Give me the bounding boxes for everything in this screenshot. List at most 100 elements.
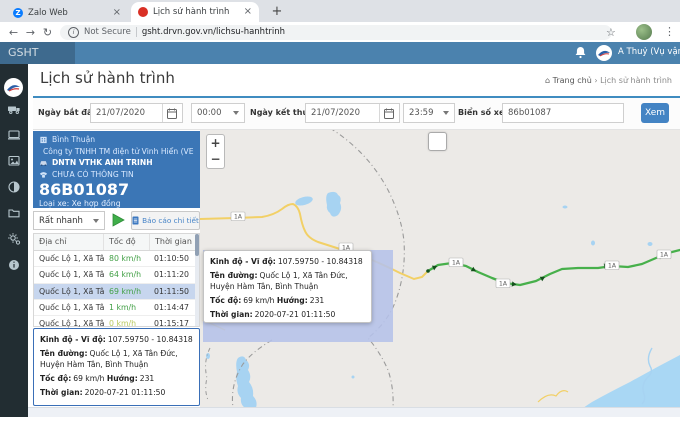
zoom-in-button[interactable]: + xyxy=(206,134,225,152)
screen: Z Zalo Web × Lịch sử hành trình × + ← → … xyxy=(0,0,680,425)
phone-info-label: CHƯA CÓ THÔNG TIN xyxy=(52,170,134,179)
page-bottom xyxy=(0,417,680,425)
lake xyxy=(294,195,313,207)
playback-speed-select[interactable]: Rất nhanh xyxy=(33,211,105,230)
map-layers-control[interactable] xyxy=(428,132,447,151)
table-row[interactable]: Quốc Lộ 1, Xã Tân ... 64 km/h 01:11:20 xyxy=(34,267,199,283)
pond xyxy=(206,353,210,359)
page-url: gsht.drvn.gov.vn/lichsu-hanhtrinh xyxy=(142,27,285,37)
not-secure-icon[interactable]: i xyxy=(68,27,79,38)
calendar-icon[interactable] xyxy=(379,104,394,122)
tab-lich-su-hanh-trinh[interactable]: Lịch sử hành trình × xyxy=(131,2,259,22)
breadcrumb: ⌂ Trang chủ › Lịch sử hành trình xyxy=(0,76,672,85)
map[interactable]: 1A 1A 1A 1A 1A 1A Kinh độ - Vĩ độ:107.59… xyxy=(200,130,680,407)
tab-close-icon[interactable]: × xyxy=(244,7,252,17)
map-popup: Kinh độ - Vĩ độ:107.59750 - 10.84318 Tên… xyxy=(203,250,372,323)
tab-title: Lịch sử hành trình xyxy=(153,7,239,17)
zalo-favicon: Z xyxy=(13,8,23,18)
heading-label: Hướng: xyxy=(107,374,138,383)
image-icon[interactable] xyxy=(7,154,21,168)
report-file-icon xyxy=(132,216,139,225)
table-scrollbar-thumb[interactable] xyxy=(195,234,199,256)
coord-value: 107.59750 - 10.84318 xyxy=(108,335,193,344)
user-avatar[interactable] xyxy=(596,45,612,61)
road-shield: 1A xyxy=(496,279,510,288)
zoom-out-button[interactable]: − xyxy=(206,151,225,169)
view-button[interactable]: Xem xyxy=(641,103,669,123)
app-logo[interactable]: GSHT xyxy=(0,42,75,64)
table-header: Địa chỉ Tốc độ Thời gian xyxy=(34,234,199,251)
divider xyxy=(136,27,137,37)
table-row-selected[interactable]: Quốc Lộ 1, Xã Tân ... 69 km/h 01:11:50 xyxy=(34,284,199,300)
tab-title: Zalo Web xyxy=(28,8,108,18)
phone-info-row: CHƯA CÓ THÔNG TIN xyxy=(39,169,194,181)
speed-label: Tốc độ: xyxy=(210,296,241,305)
folder-icon[interactable] xyxy=(7,206,21,220)
pond xyxy=(591,241,595,246)
pond xyxy=(352,376,355,379)
time-label: Thời gian: xyxy=(40,388,83,397)
gps-route xyxy=(428,250,680,285)
time-label: Thời gian: xyxy=(210,310,253,319)
forward-icon[interactable]: → xyxy=(22,26,39,39)
cell-time: 01:10:50 xyxy=(150,254,189,263)
cell-time: 01:15:17 xyxy=(150,319,189,328)
breadcrumb-home[interactable]: Trang chủ xyxy=(553,76,592,85)
road-shield: 1A xyxy=(657,250,671,259)
operator-row: DNTN VTHK ANH TRINH xyxy=(39,157,194,169)
new-tab-button[interactable]: + xyxy=(268,3,286,21)
back-icon[interactable]: ← xyxy=(5,26,22,39)
bookmark-star-icon[interactable]: ☆ xyxy=(606,26,616,39)
play-button[interactable] xyxy=(110,212,126,228)
detail-report-button[interactable]: Báo cáo chi tiết xyxy=(131,211,200,230)
notification-bell-icon[interactable] xyxy=(574,46,587,59)
col-speed[interactable]: Tốc độ xyxy=(104,234,150,250)
calendar-icon[interactable] xyxy=(162,104,177,122)
cell-address: Quốc Lộ 1, Xã Tân ... xyxy=(34,287,104,296)
page-footer xyxy=(28,407,680,417)
cell-address: Quốc Lộ 1, Xã Tân ... xyxy=(34,303,104,312)
cell-time: 01:11:20 xyxy=(150,270,189,279)
gear-icon[interactable] xyxy=(7,232,21,246)
end-time-select[interactable]: 23:59 xyxy=(403,103,455,123)
vehicle-icon[interactable] xyxy=(7,102,21,116)
heading-value: 231 xyxy=(140,374,155,383)
end-date-input[interactable]: 21/07/2020 xyxy=(305,103,400,123)
building-icon xyxy=(39,135,48,144)
coord-label: Kinh độ - Vĩ độ: xyxy=(210,257,276,266)
contrast-icon[interactable] xyxy=(7,180,21,194)
browser-urlbar: ← → ↻ i Not Secure gsht.drvn.gov.vn/lich… xyxy=(0,22,680,42)
monitor-icon[interactable] xyxy=(7,128,21,142)
start-date-input[interactable]: 21/07/2020 xyxy=(90,103,183,123)
time-value: 2020-07-21 01:11:50 xyxy=(85,388,166,397)
operator-label: DNTN VTHK ANH TRINH xyxy=(52,158,153,167)
speed-value: 69 km/h xyxy=(73,374,104,383)
svg-text:1A: 1A xyxy=(234,214,243,221)
col-time[interactable]: Thời gian xyxy=(150,234,199,250)
province-label: Bình Thuận xyxy=(52,135,95,144)
browser-menu-icon[interactable]: ⋮ xyxy=(664,25,675,38)
svg-text:1A: 1A xyxy=(452,260,461,267)
end-date-value: 21/07/2020 xyxy=(311,108,360,118)
chevron-down-icon xyxy=(443,111,449,115)
chevron-down-icon xyxy=(233,111,239,115)
heading-label: Hướng: xyxy=(277,296,308,305)
company-row: Công ty TNHH TM điện tử Vinh Hiển (VECOM… xyxy=(39,146,194,158)
browser-profile-avatar[interactable] xyxy=(636,24,652,40)
reload-icon[interactable]: ↻ xyxy=(39,26,56,39)
info-icon[interactable] xyxy=(7,258,21,272)
table-row[interactable]: Quốc Lộ 1, Xã Tân ... 80 km/h 01:10:50 xyxy=(34,251,199,267)
route-arrow xyxy=(512,281,517,287)
coord-label: Kinh độ - Vĩ độ: xyxy=(40,335,106,344)
user-name[interactable]: A Thuỷ (Vụ vận tải) xyxy=(618,47,680,57)
report-label: Báo cáo chi tiết xyxy=(142,216,199,225)
tab-zalo-web[interactable]: Z Zalo Web × xyxy=(6,3,128,22)
start-time-select[interactable]: 00:00 xyxy=(191,103,245,123)
table-row[interactable]: Quốc Lộ 1, Xã Tân ... 1 km/h 01:14:47 xyxy=(34,300,199,316)
col-address[interactable]: Địa chỉ xyxy=(34,234,104,250)
plate-input[interactable]: 86b01087 xyxy=(502,103,624,123)
province-row: Bình Thuận xyxy=(39,134,194,146)
tab-close-icon[interactable]: × xyxy=(113,8,121,18)
address-bar[interactable]: i Not Secure gsht.drvn.gov.vn/lichsu-han… xyxy=(60,25,612,40)
cell-speed: 0 km/h xyxy=(104,319,150,328)
